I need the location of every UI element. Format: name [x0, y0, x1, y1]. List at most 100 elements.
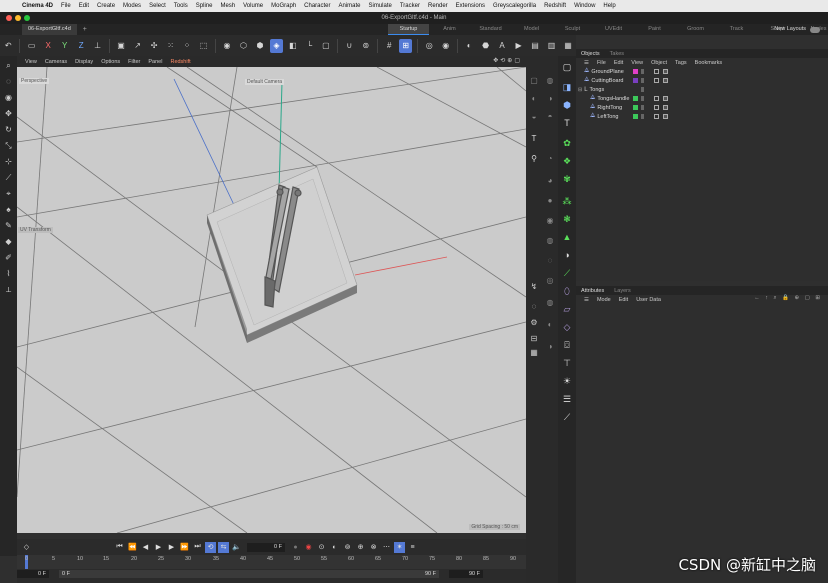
snapping-grid-icon[interactable]: ⊞	[399, 38, 413, 53]
transform-tool-icon[interactable]: ⊹	[2, 155, 15, 168]
volume-mesher-icon[interactable]: ▱	[560, 302, 574, 316]
object-name[interactable]: TongsHandle	[597, 96, 629, 102]
soft-selection-icon[interactable]: ⊚	[359, 39, 372, 53]
object-name[interactable]: RightTong	[597, 105, 622, 111]
taper-icon[interactable]: ◍	[544, 234, 556, 246]
light-icon[interactable]: ☀	[560, 374, 574, 388]
lock-z-icon[interactable]: Z	[74, 39, 87, 53]
symmetry-icon[interactable]: ✾	[560, 172, 574, 186]
wrap-icon[interactable]: ◎	[544, 274, 556, 286]
sphere-primitive-icon[interactable]: ◍	[544, 74, 556, 86]
lathe-icon[interactable]: ◓	[544, 110, 556, 122]
prev-frame-icon[interactable]: ◀	[140, 542, 151, 553]
object-row[interactable]: ⟁ LeftTong	[576, 112, 828, 121]
layout-tab-sculpt[interactable]: Sculpt	[552, 24, 593, 35]
tracer-icon[interactable]: ⟋	[560, 266, 574, 280]
workplane-icon[interactable]: ◧	[286, 39, 299, 53]
tab-takes[interactable]: Takes	[605, 51, 629, 57]
material-icon[interactable]: ◐	[462, 39, 475, 53]
effector-icon[interactable]: ◍	[544, 296, 556, 308]
object-name[interactable]: LeftTong	[597, 114, 618, 120]
zoom-window-button[interactable]	[24, 15, 30, 21]
text-spline-icon[interactable]: A	[495, 39, 508, 53]
loop-icon[interactable]: ⟲	[205, 541, 216, 553]
tab-attributes[interactable]: Attributes	[576, 288, 609, 294]
object-row[interactable]: ⟁ GroundPlane	[576, 67, 828, 76]
object-row[interactable]: ⟁ TongsHandle	[576, 94, 828, 103]
menu-select[interactable]: Select	[149, 3, 166, 9]
menu-character[interactable]: Character	[304, 3, 330, 9]
viewport-menu-redshift[interactable]: Redshift	[170, 59, 190, 65]
object-row[interactable]: ⟁ CuttingBoard	[576, 76, 828, 85]
layout-tab-model[interactable]: Model	[511, 24, 552, 35]
record-icon[interactable]: ●	[290, 542, 301, 553]
menu-redshift[interactable]: Redshift	[544, 3, 566, 9]
autokey-icon[interactable]: ◉	[303, 542, 314, 553]
scale-tool-icon[interactable]: ⤡	[2, 139, 15, 152]
attributes-menu-user-data[interactable]: User Data	[636, 297, 661, 303]
key-position-icon[interactable]: ◐	[329, 542, 340, 553]
measure-tool-icon[interactable]: ⟂	[2, 283, 15, 296]
objects-menu-view[interactable]: View	[631, 60, 643, 66]
menu-spline[interactable]: Spline	[196, 3, 213, 9]
objects-menu-file[interactable]: File	[597, 60, 606, 66]
tag-icon[interactable]	[654, 114, 659, 119]
material-tag-icon[interactable]	[663, 105, 668, 110]
menu-edit[interactable]: Edit	[79, 3, 89, 9]
uv-grid-icon[interactable]: ▦	[528, 346, 540, 358]
minimize-window-button[interactable]	[15, 15, 21, 21]
menu-animate[interactable]: Animate	[339, 3, 361, 9]
live-select-icon[interactable]: ◉	[2, 91, 15, 104]
move-tool-icon[interactable]: ✥	[2, 107, 15, 120]
menu-simulate[interactable]: Simulate	[369, 3, 392, 9]
preview-start-field[interactable]: 0 F	[59, 570, 404, 578]
goto-end-icon[interactable]: ⏭	[192, 542, 203, 553]
object-name[interactable]: GroundPlane	[591, 69, 623, 75]
object-name[interactable]: Tongs	[590, 87, 605, 93]
search-icon[interactable]: ⌕	[2, 59, 15, 72]
coordinate-system-icon[interactable]: ⊥	[91, 39, 104, 53]
tag-icon[interactable]	[654, 78, 659, 83]
bulge-icon[interactable]: ◉	[544, 214, 556, 226]
material-tag-icon[interactable]	[663, 69, 668, 74]
viewport-menu-filter[interactable]: Filter	[128, 59, 140, 65]
key-rotation-icon[interactable]: ⊚	[342, 542, 353, 553]
start-frame-field[interactable]: 0 F	[17, 570, 49, 578]
render-settings-icon[interactable]: ▥	[545, 39, 558, 53]
text-object-icon[interactable]: T	[560, 116, 574, 130]
edges-mode-icon[interactable]: ⬚	[197, 39, 210, 53]
brush-tool-icon[interactable]: ♠	[2, 203, 15, 216]
texture-mode-icon[interactable]: ◈	[269, 38, 284, 53]
next-key-icon[interactable]: ⏩	[179, 542, 190, 553]
tag-icon[interactable]	[654, 96, 659, 101]
menu-mograph[interactable]: MoGraph	[271, 3, 296, 9]
motion-icon[interactable]: ✶	[394, 541, 405, 553]
grid-icon[interactable]: #	[383, 39, 396, 53]
object-mode-icon[interactable]: ⬡	[237, 39, 250, 53]
material-tag-icon[interactable]	[663, 114, 668, 119]
menu-mesh[interactable]: Mesh	[220, 3, 235, 9]
visibility-dots[interactable]	[641, 105, 644, 110]
bucket-tool-icon[interactable]: ◆	[2, 235, 15, 248]
keyframe-diamond-icon[interactable]: ◇	[21, 542, 32, 553]
volume-icon[interactable]: ⬯	[560, 284, 574, 298]
magnet-icon[interactable]: ∪	[343, 39, 356, 53]
live-selection-icon[interactable]: ▣	[114, 39, 127, 53]
key-param-icon[interactable]: ⊗	[368, 542, 379, 553]
floor-icon[interactable]: ⊤	[560, 356, 574, 370]
visibility-dots[interactable]	[641, 87, 644, 92]
layout-tab-uvedit[interactable]: UVEdit	[593, 24, 634, 35]
attributes-nav-icons[interactable]: ← ↑ ⌕ 🔒 ⊕ ▢ ⊞	[754, 295, 822, 302]
visibility-dots[interactable]	[641, 78, 644, 83]
cube-primitive-blue-icon[interactable]: ⬢	[560, 98, 574, 112]
objects-menu-tags[interactable]: Tags	[675, 60, 687, 66]
sketch-tool-icon[interactable]: ⌇	[2, 267, 15, 280]
move-icon[interactable]: ↗	[131, 39, 144, 53]
select-tool-icon[interactable]: ◌	[2, 75, 15, 88]
timeline-menu-icon[interactable]: ≡	[407, 542, 418, 553]
attributes-menu-mode[interactable]: Mode	[597, 297, 611, 303]
cube-primitive-icon[interactable]: ▢	[528, 74, 540, 86]
deformer-icon[interactable]: ◔	[544, 152, 556, 164]
new-layouts-toggle[interactable]	[810, 26, 820, 33]
spline-pen-icon[interactable]: ↯	[528, 280, 540, 292]
